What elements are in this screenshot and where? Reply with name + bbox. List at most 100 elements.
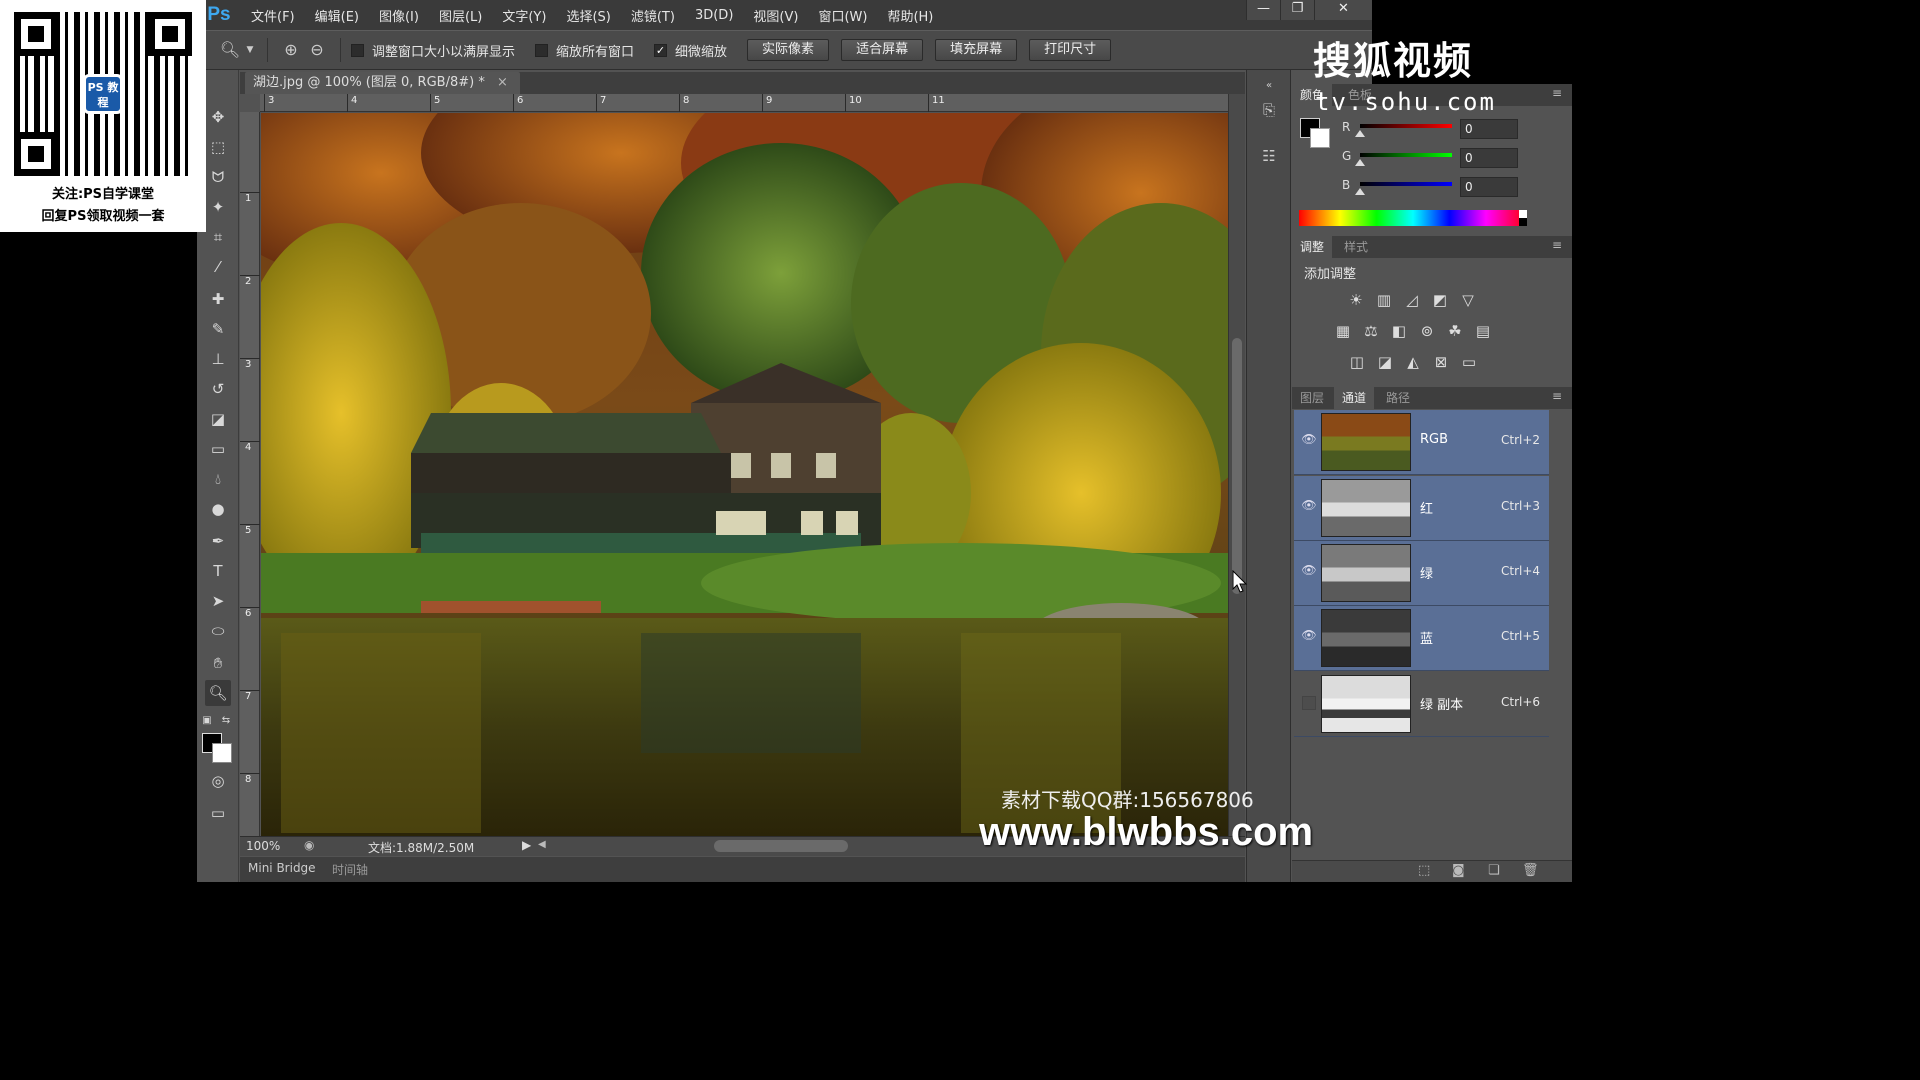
restore-button[interactable]: ❐ (1280, 0, 1314, 20)
selective-color-icon[interactable]: ⊠ (1430, 351, 1452, 373)
close-tab-icon[interactable]: × (497, 75, 508, 90)
slider-marker[interactable] (1355, 159, 1365, 166)
threshold-icon[interactable]: ◭ (1402, 351, 1424, 373)
new-channel-icon[interactable]: ❏ (1488, 863, 1500, 878)
gradient-tool-icon[interactable]: ▭ (205, 436, 231, 462)
panel-menu-icon[interactable]: ≡ (1552, 238, 1562, 252)
horizontal-scrollbar-thumb[interactable] (714, 840, 848, 852)
panel-menu-icon[interactable]: ≡ (1552, 86, 1562, 100)
history-panel-icon[interactable]: ⎘ (1257, 98, 1281, 122)
menu-select[interactable]: 选择(S) (556, 6, 620, 25)
menu-3d[interactable]: 3D(D) (685, 8, 743, 23)
exposure-icon[interactable]: ◩ (1429, 289, 1451, 311)
quick-mask-icon[interactable]: ◎ (205, 768, 231, 794)
menu-layer[interactable]: 图层(L) (429, 6, 492, 25)
minimize-button[interactable]: — (1246, 0, 1280, 20)
brightness-icon[interactable]: ☀ (1345, 289, 1367, 311)
channel-row-rgb[interactable]: 👁︎ RGB Ctrl+2 (1294, 410, 1549, 475)
visibility-eye-icon[interactable]: 👁︎ (1301, 628, 1317, 644)
menu-window[interactable]: 窗口(W) (808, 6, 877, 25)
checkbox-box[interactable] (351, 43, 364, 57)
type-tool-icon[interactable]: T (205, 558, 231, 584)
tab-adjustments[interactable]: 调整 (1292, 236, 1333, 258)
tab-timeline[interactable]: 时间轴 (332, 861, 368, 878)
properties-panel-icon[interactable]: ☷ (1257, 144, 1281, 168)
vibrance-icon[interactable]: ▽ (1457, 289, 1479, 311)
save-selection-icon[interactable]: ◙ (1452, 863, 1465, 878)
color-spectrum[interactable] (1299, 210, 1527, 226)
visibility-eye-icon[interactable]: 👁︎ (1301, 432, 1317, 448)
vertical-scrollbar[interactable] (1228, 94, 1245, 836)
actual-pixels-button[interactable]: 实际像素 (747, 39, 830, 61)
zoom-level[interactable]: 100% (246, 839, 280, 853)
zoom-all-windows-checkbox[interactable]: 缩放所有窗口 (535, 41, 634, 60)
channel-row-green[interactable]: 👁︎ 绿 Ctrl+4 (1294, 541, 1549, 606)
zoom-tool-preset-icon[interactable]: 🔍︎ (217, 38, 243, 62)
status-info-icon[interactable]: ◉ (304, 838, 314, 852)
pen-tool-icon[interactable]: ✒ (205, 528, 231, 554)
default-colors-icon[interactable]: ▣ (200, 708, 214, 734)
channel-row-blue[interactable]: 👁︎ 蓝 Ctrl+5 (1294, 606, 1549, 671)
history-brush-tool-icon[interactable]: ↺ (205, 376, 231, 402)
zoom-out-icon[interactable]: ⊖ (304, 38, 330, 62)
eraser-tool-icon[interactable]: ◪ (205, 406, 231, 432)
visibility-toggle-empty[interactable] (1302, 696, 1316, 710)
checkbox-box-checked[interactable]: ✓ (654, 43, 668, 57)
trash-icon[interactable]: 🗑︎ (1522, 863, 1539, 878)
channel-mixer-icon[interactable]: ☘ (1444, 320, 1466, 342)
invert-icon[interactable]: ◫ (1346, 351, 1368, 373)
fit-screen-button[interactable]: 适合屏幕 (841, 39, 924, 61)
status-menu-arrow-icon[interactable]: ▶ (522, 838, 531, 852)
blue-slider[interactable]: B 0 (1342, 177, 1572, 197)
levels-icon[interactable]: ▥ (1373, 289, 1395, 311)
tab-styles[interactable]: 样式 (1336, 236, 1376, 258)
chevron-down-icon[interactable]: ▼ (243, 38, 257, 62)
magic-wand-tool-icon[interactable]: ✦ (205, 194, 231, 220)
green-slider[interactable]: G 0 (1342, 148, 1572, 168)
healing-brush-tool-icon[interactable]: ✚ (205, 286, 231, 312)
menu-view[interactable]: 视图(V) (743, 6, 808, 25)
tab-layers[interactable]: 图层 (1292, 387, 1332, 409)
menu-filter[interactable]: 滤镜(T) (621, 6, 685, 25)
photo-filter-icon[interactable]: ⊚ (1416, 320, 1438, 342)
color-bg-swatch[interactable] (1310, 128, 1330, 148)
color-lookup-icon[interactable]: ▤ (1472, 320, 1494, 342)
blue-value[interactable]: 0 (1460, 177, 1518, 197)
move-tool-icon[interactable]: ✥ (205, 104, 231, 130)
red-slider[interactable]: R 0 (1342, 119, 1572, 139)
color-balance-icon[interactable]: ⚖ (1360, 320, 1382, 342)
visibility-eye-icon[interactable]: 👁︎ (1301, 563, 1317, 579)
swap-colors-icon[interactable]: ⇆ (219, 708, 233, 734)
black-white-icon[interactable]: ◧ (1388, 320, 1410, 342)
collapse-dock-icon[interactable]: « (1257, 74, 1281, 98)
scrollbar-thumb[interactable] (1232, 338, 1242, 594)
panel-menu-icon[interactable]: ≡ (1552, 389, 1562, 403)
tab-mini-bridge[interactable]: Mini Bridge (248, 861, 316, 875)
hue-saturation-icon[interactable]: ▦ (1332, 320, 1354, 342)
path-selection-tool-icon[interactable]: ➤ (205, 588, 231, 614)
visibility-eye-icon[interactable]: 👁︎ (1301, 498, 1317, 514)
slider-marker[interactable] (1355, 188, 1365, 195)
ellipse-tool-icon[interactable]: ⬭ (205, 618, 231, 644)
clone-stamp-tool-icon[interactable]: ⊥ (205, 346, 231, 372)
resize-windows-checkbox[interactable]: 调整窗口大小以满屏显示 (351, 41, 515, 60)
curves-icon[interactable]: ◿ (1401, 289, 1423, 311)
zoom-in-icon[interactable]: ⊕ (278, 38, 304, 62)
lasso-tool-icon[interactable]: ᗢ (205, 164, 231, 190)
hand-tool-icon[interactable]: ✋︎ (205, 650, 231, 676)
document-canvas[interactable] (261, 113, 1228, 836)
tab-channels[interactable]: 通道 (1334, 387, 1375, 409)
green-value[interactable]: 0 (1460, 148, 1518, 168)
slider-marker[interactable] (1355, 130, 1365, 137)
menu-image[interactable]: 图像(I) (369, 6, 429, 25)
menu-help[interactable]: 帮助(H) (877, 6, 943, 25)
posterize-icon[interactable]: ◪ (1374, 351, 1396, 373)
red-value[interactable]: 0 (1460, 119, 1518, 139)
document-tab[interactable]: 湖边.jpg @ 100% (图层 0, RGB/8#) * × (245, 72, 520, 94)
menu-file[interactable]: 文件(F) (241, 6, 305, 25)
fill-screen-button[interactable]: 填充屏幕 (935, 39, 1018, 61)
brush-tool-icon[interactable]: ✎ (205, 316, 231, 342)
crop-tool-icon[interactable]: ⌗ (205, 224, 231, 250)
print-size-button[interactable]: 打印尺寸 (1029, 39, 1112, 61)
menu-edit[interactable]: 编辑(E) (305, 6, 369, 25)
